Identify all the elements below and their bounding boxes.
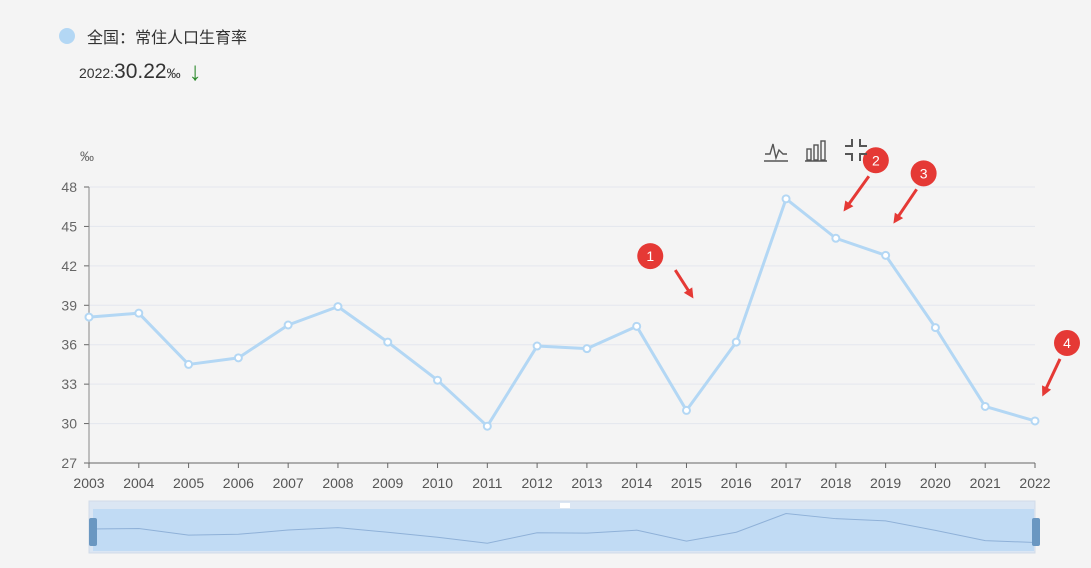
x-tick-label: 2011 <box>472 475 502 491</box>
x-tick-label: 2004 <box>123 475 154 491</box>
x-tick-label: 2016 <box>721 475 752 491</box>
line-chart-icon[interactable] <box>761 138 789 164</box>
x-tick-label: 2018 <box>820 475 851 491</box>
y-tick-label: 45 <box>61 218 77 234</box>
x-tick-label: 2009 <box>372 475 403 491</box>
data-point[interactable] <box>930 323 940 333</box>
x-tick-label: 2012 <box>522 475 553 491</box>
y-axis-unit: ‰ <box>80 148 94 164</box>
x-tick-label: 2021 <box>970 475 1001 491</box>
x-tick-label: 2010 <box>422 475 453 491</box>
bar-chart-icon[interactable] <box>802 138 830 164</box>
restore-icon[interactable] <box>842 136 870 164</box>
series-line <box>88 197 1036 428</box>
x-tick-label: 2005 <box>173 475 204 491</box>
data-point[interactable] <box>84 312 94 322</box>
annotation-4: 4 <box>1042 329 1080 397</box>
data-point[interactable] <box>781 194 791 204</box>
data-zoom-slider[interactable] <box>88 500 1040 554</box>
data-point[interactable] <box>184 359 194 369</box>
data-point[interactable] <box>1030 416 1040 426</box>
annotation-label: 3 <box>920 165 928 181</box>
annotation-label: 4 <box>1063 335 1071 351</box>
x-tick-label: 2014 <box>621 475 652 491</box>
data-point[interactable] <box>482 421 492 431</box>
data-point[interactable] <box>233 353 243 363</box>
y-tick-label: 27 <box>61 455 77 471</box>
y-tick-label: 30 <box>61 416 77 432</box>
zoom-drag-handle[interactable] <box>560 503 570 508</box>
zoom-handle-right[interactable] <box>1032 518 1040 546</box>
y-tick-label: 39 <box>61 297 77 313</box>
data-point[interactable] <box>532 341 542 351</box>
x-tick-label: 2017 <box>770 475 801 491</box>
annotation-3: 3 <box>893 160 937 224</box>
data-point[interactable] <box>632 321 642 331</box>
annotations: 1 2 3 4 <box>637 147 1080 397</box>
series <box>84 194 1040 431</box>
x-tick-label: 2022 <box>1019 475 1050 491</box>
y-tick-label: 42 <box>61 258 77 274</box>
data-point[interactable] <box>433 375 443 385</box>
x-tick-label: 2007 <box>273 475 304 491</box>
data-point[interactable] <box>681 405 691 415</box>
data-point[interactable] <box>831 233 841 243</box>
annotation-1: 1 <box>637 243 694 299</box>
y-tick-label: 48 <box>61 179 77 195</box>
line-chart: 27303336394245482003 2004 2005 2006 2007 2008… <box>61 136 1080 554</box>
data-point[interactable] <box>980 401 990 411</box>
data-point[interactable] <box>731 337 741 347</box>
x-tick-label: 2020 <box>920 475 951 491</box>
zoom-selected-range[interactable] <box>93 509 1034 551</box>
zoom-handle-left[interactable] <box>89 518 97 546</box>
data-point[interactable] <box>383 337 393 347</box>
data-point[interactable] <box>283 320 293 330</box>
y-tick-label: 36 <box>61 337 77 353</box>
y-tick-label: 33 <box>61 376 77 392</box>
x-tick-label: 2008 <box>322 475 353 491</box>
data-point[interactable] <box>333 302 343 312</box>
toolbox <box>761 136 870 164</box>
grid <box>89 186 1035 425</box>
data-point[interactable] <box>881 250 891 260</box>
data-point[interactable] <box>134 308 144 318</box>
axes: 27 30 33 36 39 42 45 48 2003 2004 2005 2006 2007 2008… <box>61 179 1050 491</box>
annotation-label: 1 <box>646 248 654 264</box>
x-tick-label: 2019 <box>870 475 901 491</box>
data-point[interactable] <box>582 344 592 354</box>
x-tick-label: 2003 <box>73 475 104 491</box>
annotation-label: 2 <box>872 152 880 168</box>
x-tick-label: 2015 <box>671 475 702 491</box>
x-tick-label: 2013 <box>571 475 602 491</box>
x-tick-label: 2006 <box>223 475 254 491</box>
